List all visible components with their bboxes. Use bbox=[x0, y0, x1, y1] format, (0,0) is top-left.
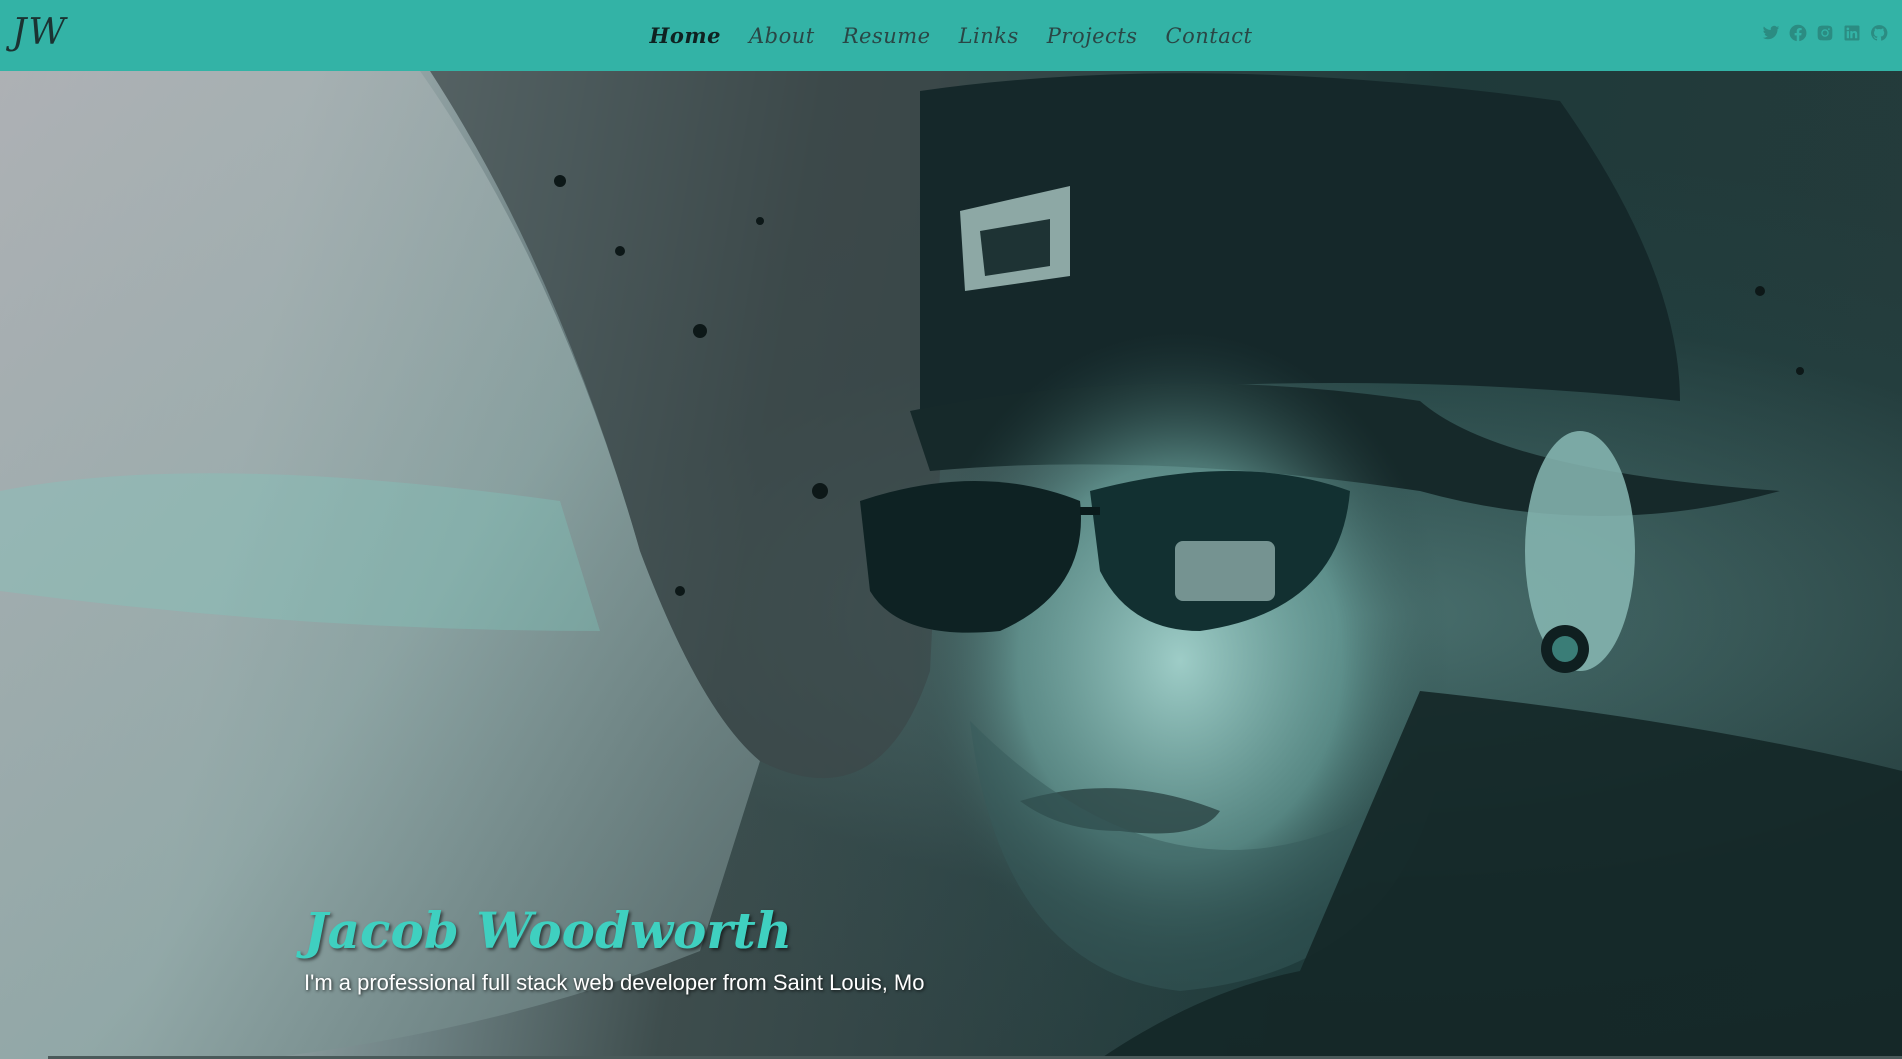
nav-home[interactable]: Home bbox=[650, 23, 721, 48]
nav-about[interactable]: About bbox=[749, 24, 815, 48]
social-links bbox=[1762, 24, 1888, 42]
twitter-icon[interactable] bbox=[1762, 24, 1780, 42]
nav-links: Home About Resume Links Projects Contact bbox=[0, 0, 1902, 71]
hero-subtitle: I'm a professional full stack web develo… bbox=[304, 970, 925, 995]
navbar: JW Home About Resume Links Projects Cont… bbox=[0, 0, 1902, 71]
linkedin-icon[interactable] bbox=[1843, 24, 1861, 42]
hero-portrait-image bbox=[0, 71, 1902, 1059]
nav-resume[interactable]: Resume bbox=[843, 24, 931, 48]
github-icon[interactable] bbox=[1870, 24, 1888, 42]
hero-text: Jacob Woodworth I'm a professional full … bbox=[304, 901, 925, 996]
instagram-icon[interactable] bbox=[1816, 24, 1834, 42]
nav-projects[interactable]: Projects bbox=[1047, 24, 1138, 48]
nav-links-item[interactable]: Links bbox=[959, 24, 1019, 48]
facebook-icon[interactable] bbox=[1789, 24, 1807, 42]
nav-contact[interactable]: Contact bbox=[1166, 24, 1253, 48]
hero-section: Jacob Woodworth I'm a professional full … bbox=[0, 71, 1902, 1059]
hero-name: Jacob Woodworth bbox=[304, 901, 793, 960]
